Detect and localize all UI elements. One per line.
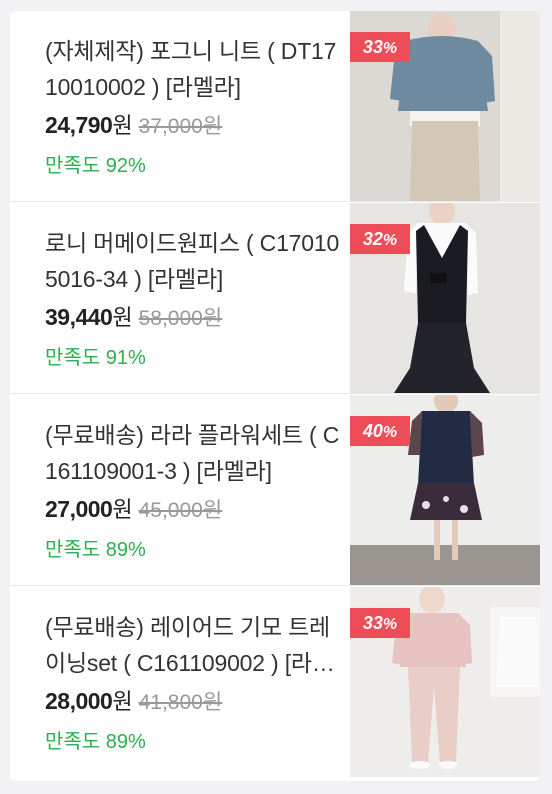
original-price: 45,000원 <box>138 499 223 522</box>
percent-sign: % <box>382 424 398 441</box>
original-price: 41,800원 <box>138 691 223 714</box>
product-item[interactable]: (무료배송) 라라 플라워세트 ( C161109001-3 ) [라멜라] 2… <box>10 395 540 586</box>
product-thumbnail[interactable]: 40% <box>350 395 540 585</box>
percent-sign: % <box>382 40 398 57</box>
currency-unit: 원 <box>112 305 133 330</box>
discount-badge: 33% <box>350 32 410 62</box>
sale-price: 39,440 <box>45 304 113 330</box>
price-row: 27,000원 45,000원 <box>45 494 345 524</box>
percent-sign: % <box>382 616 398 633</box>
satisfaction-rate: 만족도 89% <box>45 539 146 561</box>
original-price: 37,000원 <box>138 115 223 138</box>
product-item[interactable]: (무료배송) 레이어드 기모 트레이닝set ( C161109002 ) [라… <box>10 587 540 778</box>
satisfaction-rate: 만족도 91% <box>45 347 146 369</box>
product-item[interactable]: (자체제작) 포그니 니트 ( DT1710010002 ) [라멜라] 24,… <box>10 11 540 202</box>
product-thumbnail[interactable]: 33% <box>350 587 540 777</box>
product-thumbnail[interactable]: 33% <box>350 11 540 201</box>
price-row: 28,000원 41,800원 <box>45 686 345 716</box>
sale-price: 27,000 <box>45 496 113 522</box>
product-title[interactable]: (무료배송) 라라 플라워세트 ( C161109001-3 ) [라멜라] <box>45 417 345 489</box>
product-info: 로니 머메이드원피스 ( C170105016-34 ) [라멜라] 39,44… <box>45 225 345 370</box>
product-item[interactable]: 로니 머메이드원피스 ( C170105016-34 ) [라멜라] 39,44… <box>10 203 540 394</box>
price-row: 39,440원 58,000원 <box>45 302 345 332</box>
product-thumbnail[interactable]: 32% <box>350 203 540 393</box>
discount-value: 40 <box>362 421 383 441</box>
discount-badge: 32% <box>350 224 410 254</box>
product-title[interactable]: 로니 머메이드원피스 ( C170105016-34 ) [라멜라] <box>45 225 345 297</box>
currency-unit: 원 <box>112 113 133 138</box>
product-list: (자체제작) 포그니 니트 ( DT1710010002 ) [라멜라] 24,… <box>10 11 540 781</box>
product-title[interactable]: (자체제작) 포그니 니트 ( DT1710010002 ) [라멜라] <box>45 33 345 105</box>
product-info: (무료배송) 라라 플라워세트 ( C161109001-3 ) [라멜라] 2… <box>45 417 345 562</box>
discount-badge: 33% <box>350 608 410 638</box>
percent-sign: % <box>382 232 398 249</box>
original-price: 58,000원 <box>138 307 223 330</box>
product-info: (자체제작) 포그니 니트 ( DT1710010002 ) [라멜라] 24,… <box>45 33 345 178</box>
satisfaction-rate: 만족도 92% <box>45 155 146 177</box>
discount-value: 33 <box>362 37 383 57</box>
currency-unit: 원 <box>112 497 133 522</box>
currency-unit: 원 <box>112 689 133 714</box>
discount-badge: 40% <box>350 416 410 446</box>
sale-price: 24,790 <box>45 112 113 138</box>
price-row: 24,790원 37,000원 <box>45 110 345 140</box>
discount-value: 33 <box>362 613 383 633</box>
product-title[interactable]: (무료배송) 레이어드 기모 트레이닝set ( C161109002 ) [라… <box>45 609 345 681</box>
satisfaction-rate: 만족도 89% <box>45 731 146 753</box>
sale-price: 28,000 <box>45 688 113 714</box>
product-info: (무료배송) 레이어드 기모 트레이닝set ( C161109002 ) [라… <box>45 609 345 754</box>
discount-value: 32 <box>362 229 383 249</box>
